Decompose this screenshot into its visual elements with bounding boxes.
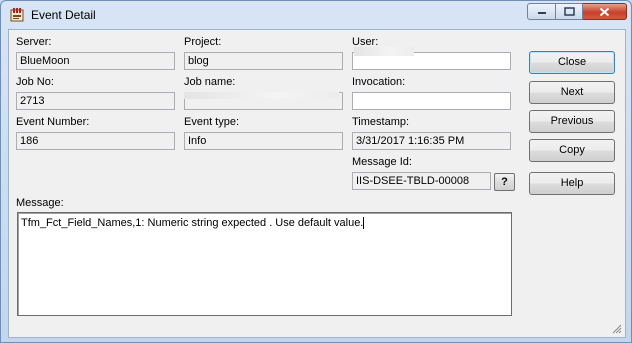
maximize-icon	[563, 7, 575, 16]
job-no-field[interactable]: 2713	[16, 92, 175, 110]
close-icon	[599, 7, 610, 16]
project-label: Project:	[184, 36, 222, 48]
message-id-help-button[interactable]: ?	[494, 173, 515, 191]
close-button[interactable]: Close	[529, 51, 615, 74]
text-caret	[363, 217, 365, 230]
resize-grip-icon[interactable]	[612, 324, 622, 334]
next-button[interactable]: Next	[529, 81, 615, 104]
previous-button[interactable]: Previous	[529, 110, 615, 133]
message-label: Message:	[16, 197, 64, 209]
minimize-button[interactable]	[527, 3, 556, 20]
timestamp-label: Timestamp:	[352, 116, 410, 128]
minimize-icon	[537, 11, 546, 14]
help-button[interactable]: Help	[529, 172, 615, 195]
maximize-button[interactable]	[556, 3, 583, 20]
redacted-user	[354, 47, 414, 56]
message-text: Tfm_Fct_Field_Names,1: Numeric string ex…	[21, 217, 364, 229]
title-bar[interactable]: Event Detail	[1, 1, 631, 29]
redacted-job-name	[184, 92, 339, 99]
copy-button[interactable]: Copy	[529, 139, 615, 162]
event-type-label: Event type:	[184, 116, 240, 128]
timestamp-field[interactable]: 3/31/2017 1:16:35 PM	[352, 132, 511, 150]
project-field[interactable]: blog	[184, 52, 343, 70]
dialog-body: Server: BlueMoon Project: blog User: Job…	[8, 29, 626, 338]
message-textarea[interactable]: Tfm_Fct_Field_Names,1: Numeric string ex…	[17, 212, 512, 316]
invocation-field[interactable]	[352, 92, 511, 110]
job-name-label: Job name:	[184, 76, 236, 88]
server-label: Server:	[16, 36, 52, 48]
server-field[interactable]: BlueMoon	[16, 52, 175, 70]
window-title: Event Detail	[31, 8, 96, 22]
app-icon	[10, 8, 24, 22]
event-number-label: Event Number:	[16, 116, 90, 128]
message-id-field[interactable]: IIS-DSEE-TBLD-00008	[352, 172, 491, 190]
event-detail-window: Event Detail Server: BlueMoon Project: b…	[0, 0, 632, 343]
window-close-button[interactable]	[583, 3, 627, 20]
invocation-label: Invocation:	[352, 76, 406, 88]
job-no-label: Job No:	[16, 76, 54, 88]
message-id-label: Message Id:	[352, 156, 412, 168]
event-type-field[interactable]: Info	[184, 132, 343, 150]
event-number-field[interactable]: 186	[16, 132, 175, 150]
